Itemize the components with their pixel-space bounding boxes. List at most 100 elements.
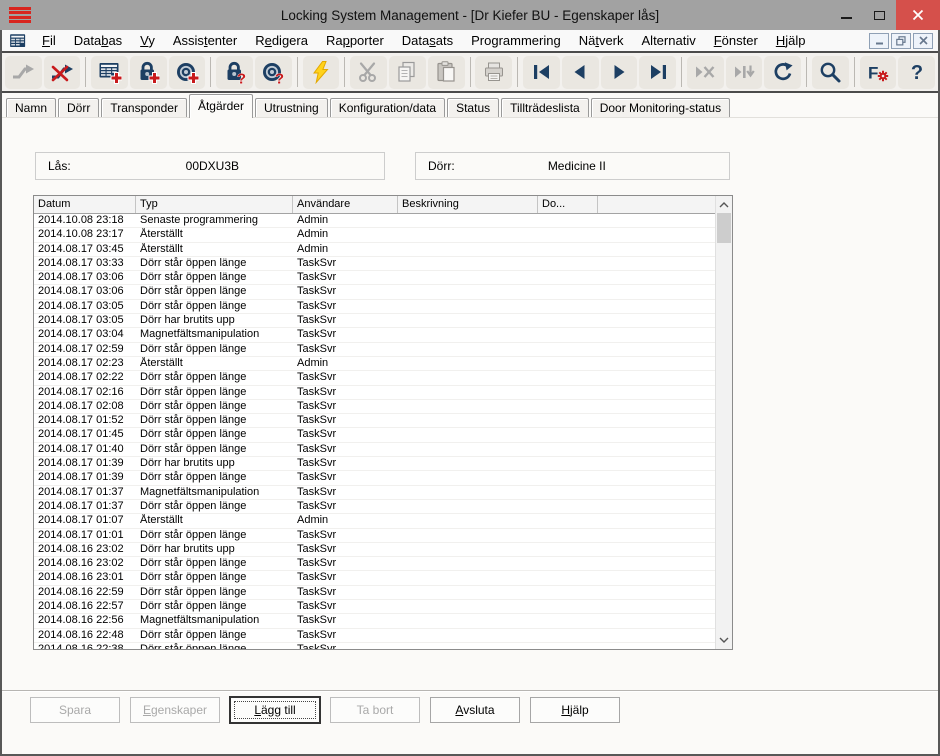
table-row[interactable]: 2014.08.17 01:52Dörr står öppen längeTas… xyxy=(34,414,715,428)
table-row[interactable]: 2014.08.17 02:16Dörr står öppen längeTas… xyxy=(34,386,715,400)
table-row[interactable]: 2014.10.08 23:17ÅterställtAdmin xyxy=(34,228,715,242)
menu-item-fil[interactable]: Fil xyxy=(33,30,65,51)
program-button[interactable] xyxy=(303,56,340,89)
menu-item-hj-lp[interactable]: Hjälp xyxy=(767,30,815,51)
table-row[interactable]: 2014.08.17 02:08Dörr står öppen längeTas… xyxy=(34,400,715,414)
table-row[interactable]: 2014.08.16 23:02Dörr har brutits uppTask… xyxy=(34,543,715,557)
tab-door-monitoring-status[interactable]: Door Monitoring-status xyxy=(591,98,730,117)
menu-item-n-tverk[interactable]: Nätverk xyxy=(570,30,633,51)
filter-button[interactable]: F xyxy=(860,56,897,89)
table-row[interactable]: 2014.08.16 22:57Dörr står öppen längeTas… xyxy=(34,600,715,614)
column-header-do[interactable]: Do... xyxy=(538,196,598,213)
column-header-extra[interactable] xyxy=(598,196,715,213)
new-locking-system-button[interactable] xyxy=(91,56,128,89)
table-row[interactable]: 2014.08.17 01:37MagnetfältsmanipulationT… xyxy=(34,486,715,500)
cell-datum: 2014.10.08 23:18 xyxy=(34,214,136,227)
maximize-icon[interactable] xyxy=(863,0,896,30)
lock-label: Lås: xyxy=(48,159,71,173)
vertical-scrollbar[interactable] xyxy=(715,196,732,649)
scrollbar-thumb[interactable] xyxy=(717,213,731,243)
cell-typ: Dörr står öppen länge xyxy=(136,529,293,542)
l-gg-till-button[interactable]: Lägg till xyxy=(230,697,320,723)
cell-extra xyxy=(598,257,715,270)
tab-konfiguration-data[interactable]: Konfiguration/data xyxy=(330,98,445,117)
new-locking-system-icon xyxy=(98,60,122,84)
minimize-icon[interactable] xyxy=(830,0,863,30)
table-row[interactable]: 2014.08.16 22:48Dörr står öppen längeTas… xyxy=(34,629,715,643)
table-row[interactable]: 2014.08.17 01:45Dörr står öppen längeTas… xyxy=(34,428,715,442)
last-record-button[interactable] xyxy=(639,56,676,89)
close-icon[interactable] xyxy=(896,0,940,30)
table-row[interactable]: 2014.08.17 01:07ÅterställtAdmin xyxy=(34,514,715,528)
next-record-button[interactable] xyxy=(601,56,638,89)
table-row[interactable]: 2014.08.16 22:56MagnetfältsmanipulationT… xyxy=(34,614,715,628)
mdi-restore-icon[interactable] xyxy=(891,33,911,49)
menu-item-alternativ[interactable]: Alternativ xyxy=(633,30,705,51)
table-row[interactable]: 2014.08.16 23:01Dörr står öppen längeTas… xyxy=(34,571,715,585)
cell-do xyxy=(538,514,598,527)
scroll-up-icon[interactable] xyxy=(716,197,732,213)
mdi-minimize-icon[interactable] xyxy=(869,33,889,49)
table-row[interactable]: 2014.08.17 03:05Dörr står öppen längeTas… xyxy=(34,300,715,314)
menu-item-databas[interactable]: Databas xyxy=(65,30,131,51)
cell-beskrivning xyxy=(398,357,538,370)
avsluta-button[interactable]: Avsluta xyxy=(430,697,520,723)
menu-item-redigera[interactable]: Redigera xyxy=(246,30,317,51)
table-row[interactable]: 2014.08.17 02:59Dörr står öppen längeTas… xyxy=(34,343,715,357)
table-row[interactable]: 2014.08.17 01:39Dörr står öppen längeTas… xyxy=(34,471,715,485)
scroll-down-icon[interactable] xyxy=(716,632,732,648)
new-lock-button[interactable] xyxy=(130,56,167,89)
table-row[interactable]: 2014.08.16 23:02Dörr står öppen längeTas… xyxy=(34,557,715,571)
cell-typ: Återställt xyxy=(136,228,293,241)
menu-item-datasats[interactable]: Datasats xyxy=(393,30,462,51)
table-row[interactable]: 2014.08.16 22:38Dörr står öppen längeTas… xyxy=(34,643,715,649)
menu-item-f-nster[interactable]: Fönster xyxy=(705,30,767,51)
first-record-button[interactable] xyxy=(523,56,560,89)
column-header-anvandare[interactable]: Användare xyxy=(293,196,398,213)
column-header-typ[interactable]: Typ xyxy=(136,196,293,213)
table-row[interactable]: 2014.08.17 01:01Dörr står öppen längeTas… xyxy=(34,529,715,543)
cell-do xyxy=(538,614,598,627)
column-header-datum[interactable]: Datum xyxy=(34,196,136,213)
tab-d-rr[interactable]: Dörr xyxy=(58,98,99,117)
hj-lp-button[interactable]: Hjälp xyxy=(530,697,620,723)
table-row[interactable]: 2014.08.17 01:37Dörr står öppen längeTas… xyxy=(34,500,715,514)
menu-item-vy[interactable]: Vy xyxy=(131,30,164,51)
table-row[interactable]: 2014.08.17 03:04MagnetfältsmanipulationT… xyxy=(34,328,715,342)
tab-transponder[interactable]: Transponder xyxy=(101,98,187,117)
search-button[interactable] xyxy=(812,56,849,89)
table-row[interactable]: 2014.08.17 02:22Dörr står öppen längeTas… xyxy=(34,371,715,385)
cell-extra xyxy=(598,357,715,370)
tab-status[interactable]: Status xyxy=(447,98,499,117)
cancel-navigation-icon xyxy=(693,60,717,84)
table-row[interactable]: 2014.08.17 01:40Dörr står öppen längeTas… xyxy=(34,443,715,457)
table-row[interactable]: 2014.08.16 22:59Dörr står öppen längeTas… xyxy=(34,586,715,600)
mdi-close-icon[interactable] xyxy=(913,33,933,49)
menu-item-programmering[interactable]: Programmering xyxy=(462,30,570,51)
route-delete-button[interactable] xyxy=(44,56,81,89)
table-row[interactable]: 2014.08.17 01:39Dörr har brutits uppTask… xyxy=(34,457,715,471)
table-row[interactable]: 2014.08.17 03:06Dörr står öppen längeTas… xyxy=(34,285,715,299)
tab-tg-rder[interactable]: Åtgärder xyxy=(189,94,253,118)
read-lock-button[interactable]: ? xyxy=(216,56,253,89)
table-row[interactable]: 2014.08.17 03:45ÅterställtAdmin xyxy=(34,243,715,257)
tab-tilltr-deslista[interactable]: Tillträdeslista xyxy=(501,98,589,117)
column-header-beskrivning[interactable]: Beskrivning xyxy=(398,196,538,213)
tab-namn[interactable]: Namn xyxy=(6,98,56,117)
door-value: Medicine II xyxy=(455,159,699,173)
tab-utrustning[interactable]: Utrustning xyxy=(255,98,328,117)
table-row[interactable]: 2014.08.17 03:05Dörr har brutits uppTask… xyxy=(34,314,715,328)
read-transponder-button[interactable]: ? xyxy=(255,56,292,89)
previous-record-button[interactable] xyxy=(562,56,599,89)
table-row[interactable]: 2014.08.17 03:33Dörr står öppen längeTas… xyxy=(34,257,715,271)
new-transponder-button[interactable] xyxy=(169,56,206,89)
refresh-button[interactable] xyxy=(764,56,801,89)
menu-item-assistenter[interactable]: Assistenter xyxy=(164,30,246,51)
cell-typ: Magnetfältsmanipulation xyxy=(136,328,293,341)
table-row[interactable]: 2014.10.08 23:18Senaste programmeringAdm… xyxy=(34,214,715,228)
table-row[interactable]: 2014.08.17 03:06Dörr står öppen längeTas… xyxy=(34,271,715,285)
menu-item-rapporter[interactable]: Rapporter xyxy=(317,30,393,51)
help-button[interactable]: ? xyxy=(898,56,935,89)
table-row[interactable]: 2014.08.17 02:23ÅterställtAdmin xyxy=(34,357,715,371)
cell-datum: 2014.08.16 22:59 xyxy=(34,586,136,599)
